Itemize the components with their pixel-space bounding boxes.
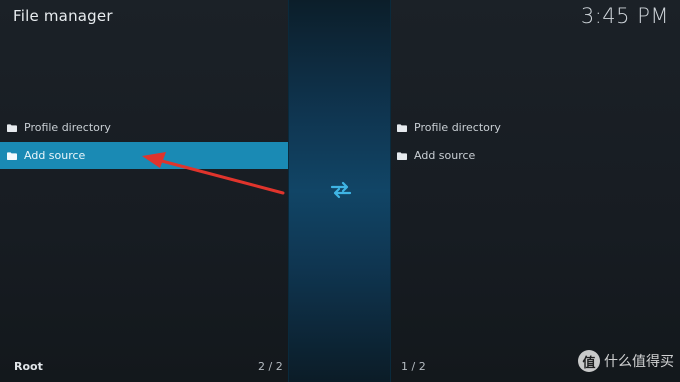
watermark-text: 什么值得买 <box>604 354 674 370</box>
right-pane-count: 1 / 2 <box>401 360 426 373</box>
left-item-label: Profile directory <box>24 121 111 134</box>
folder-icon <box>7 123 17 132</box>
breadcrumb-root: Root <box>14 360 43 373</box>
swap-arrows-icon[interactable] <box>330 181 352 199</box>
left-item-profile-directory[interactable]: Profile directory <box>0 114 288 141</box>
page-title: File manager <box>13 7 113 25</box>
folder-icon <box>397 123 407 132</box>
watermark: 值 什么值得买 <box>578 350 674 372</box>
folder-icon <box>7 151 17 160</box>
right-item-label: Profile directory <box>414 121 501 134</box>
left-item-add-source[interactable]: Add source <box>0 142 288 169</box>
right-item-add-source[interactable]: Add source <box>391 142 680 169</box>
left-pane-background <box>0 0 288 382</box>
left-pane-count: 2 / 2 <box>258 360 283 373</box>
right-item-label: Add source <box>414 149 476 162</box>
clock: 3:45 PM <box>580 4 669 28</box>
right-item-profile-directory[interactable]: Profile directory <box>391 114 680 141</box>
left-item-label: Add source <box>24 149 86 162</box>
watermark-badge-icon: 值 <box>578 350 600 372</box>
folder-icon <box>397 151 407 160</box>
right-pane-background <box>391 0 680 382</box>
